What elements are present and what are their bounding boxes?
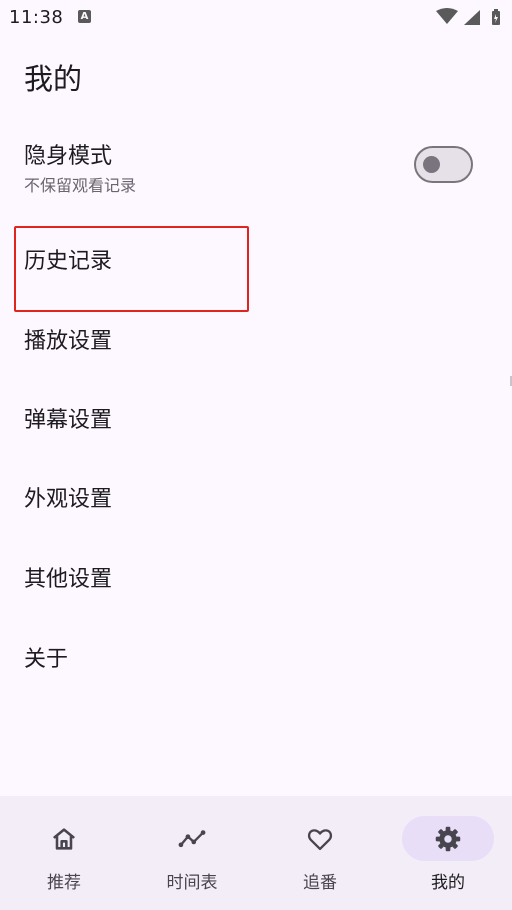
appearance-settings-label: 外观设置 [24, 487, 113, 512]
notification-icon: A [78, 10, 91, 23]
timeline-icon [178, 830, 206, 848]
status-icons [436, 8, 500, 25]
nav-item-timeline[interactable]: 时间表 [128, 796, 256, 910]
nav-label: 推荐 [47, 873, 81, 893]
signal-icon [464, 10, 480, 25]
about-row[interactable]: 关于 [0, 632, 512, 712]
playback-settings-label: 播放设置 [24, 329, 113, 354]
danmaku-settings-row[interactable]: 弹幕设置 [0, 392, 512, 472]
toggle-knob [423, 156, 440, 173]
page-title: 我的 [24, 62, 83, 96]
home-icon [53, 828, 75, 850]
nav-label: 追番 [303, 873, 337, 893]
danmaku-settings-label: 弹幕设置 [24, 408, 113, 433]
heart-icon [307, 829, 333, 851]
nav-label: 时间表 [166, 873, 218, 893]
wifi-icon [436, 8, 458, 24]
playback-settings-row[interactable]: 播放设置 [0, 312, 512, 392]
other-settings-row[interactable]: 其他设置 [0, 552, 512, 632]
status-bar: 11:38 A [0, 0, 512, 36]
highlight-box [14, 226, 249, 312]
bottom-navigation: 推荐 时间表 追番 我的 [0, 796, 512, 910]
battery-icon [492, 9, 500, 25]
nav-label: 我的 [431, 873, 465, 893]
status-time: 11:38 [9, 7, 64, 28]
settings-icon [435, 826, 461, 852]
nav-item-recommend[interactable]: 推荐 [0, 796, 128, 910]
nav-item-mine[interactable]: 我的 [384, 796, 512, 910]
incognito-mode-label: 隐身模式 [24, 144, 113, 169]
about-label: 关于 [24, 647, 69, 672]
other-settings-label: 其他设置 [24, 567, 113, 592]
nav-item-following[interactable]: 追番 [256, 796, 384, 910]
appearance-settings-row[interactable]: 外观设置 [0, 472, 512, 552]
incognito-mode-sublabel: 不保留观看记录 [24, 176, 137, 195]
incognito-toggle[interactable] [414, 146, 473, 183]
